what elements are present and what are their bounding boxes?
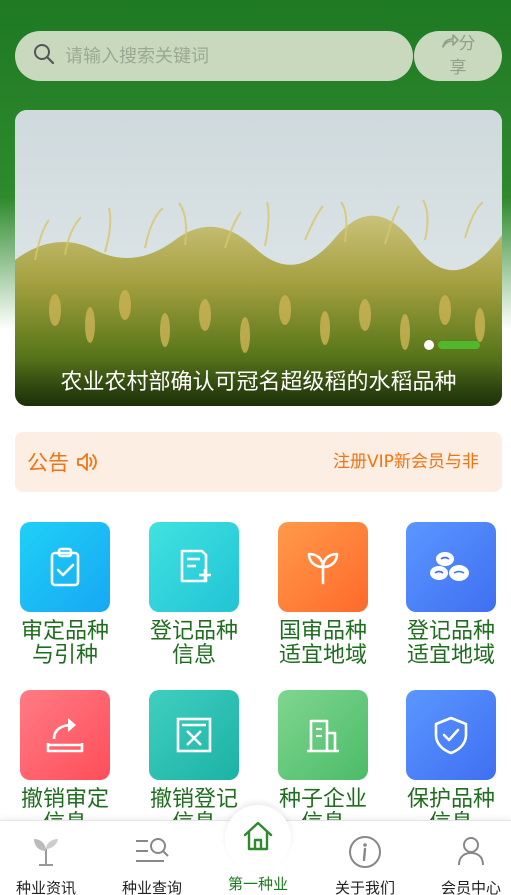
notice-marquee-text: 注册VIP新会员与非 [333,452,479,472]
undo-tray-icon [20,690,110,780]
speaker-icon [75,451,99,473]
sprout-icon [278,522,368,612]
building-icon [278,690,368,780]
clipboard-check-icon [20,522,110,612]
grid-label-line1: 登记品种 [406,619,495,644]
share-label-2: 享 [449,58,467,78]
tab-seed-query[interactable]: 种业查询 [102,821,202,895]
grid-label-line1: 国审品种 [278,619,367,644]
carousel-dot-active[interactable] [438,341,480,349]
tab-member-center[interactable]: 会员中心 [421,821,511,895]
search-list-icon [134,835,170,871]
grid-item-protected-varieties[interactable]: 保护品种 信息 [387,690,511,836]
grid-label-line1: 保护品种 [406,787,495,812]
notice-title: 公告 [27,451,69,475]
grid-label-line1: 登记品种 [149,619,238,644]
grid-item-approved-varieties[interactable]: 审定品种 与引种 [1,522,129,668]
tab-label: 会员中心 [440,879,501,895]
grid-item-registered-regions[interactable]: 登记品种 适宜地域 [387,522,511,668]
search-input[interactable] [65,45,365,67]
share-button[interactable]: 分 享 [414,31,502,81]
carousel-indicator [424,340,480,350]
tab-about-us[interactable]: 关于我们 [315,821,415,895]
banner-carousel[interactable]: 农业农村部确认可冠名超级稻的水稻品种 [15,110,502,406]
grid-item-national-regions[interactable]: 国审品种 适宜地域 [259,522,387,668]
notice-bar[interactable]: 公告 注册VIP新会员与非 [15,432,502,492]
grid-label-line2: 信息 [171,643,216,668]
tab-home[interactable]: 第一种业 [208,821,308,895]
banner-caption: 农业农村部确认可冠名超级稻的水稻品种 [15,360,502,406]
grid-label-line1: 撤销登记 [149,787,238,812]
seeds-icon [406,522,496,612]
user-icon [456,835,486,871]
bottom-tab-bar: 种业资讯 种业查询 第一种业 关于我们 会员中心 [0,805,511,895]
share-arrow-icon [441,31,459,57]
home-icon [241,819,275,857]
tab-label: 种业查询 [121,879,182,895]
grid-item-registered-varieties[interactable]: 登记品种 信息 [130,522,258,668]
carousel-dot[interactable] [424,340,434,350]
grid-item-revoked-approval[interactable]: 撤销审定 信息 [1,690,129,836]
grid-label-line1: 种子企业 [278,787,367,812]
search-icon [33,43,55,69]
info-icon [348,835,382,873]
grid-label-line2: 与引种 [31,643,98,668]
tab-seed-news[interactable]: 种业资讯 [0,821,96,895]
tab-label: 种业资讯 [15,879,76,895]
grid-label-line2: 适宜地域 [406,643,495,668]
plant-icon [31,835,61,871]
tab-label: 第一种业 [227,875,288,893]
document-add-icon [149,522,239,612]
shield-check-icon [406,690,496,780]
share-label-1: 分 [458,34,476,54]
search-bar[interactable] [15,31,413,81]
grid-label-line1: 撤销审定 [20,787,109,812]
tab-label: 关于我们 [334,879,395,895]
grid-label-line2: 适宜地域 [278,643,367,668]
grid-label-line1: 审定品种 [20,619,109,644]
cancel-box-icon [149,690,239,780]
